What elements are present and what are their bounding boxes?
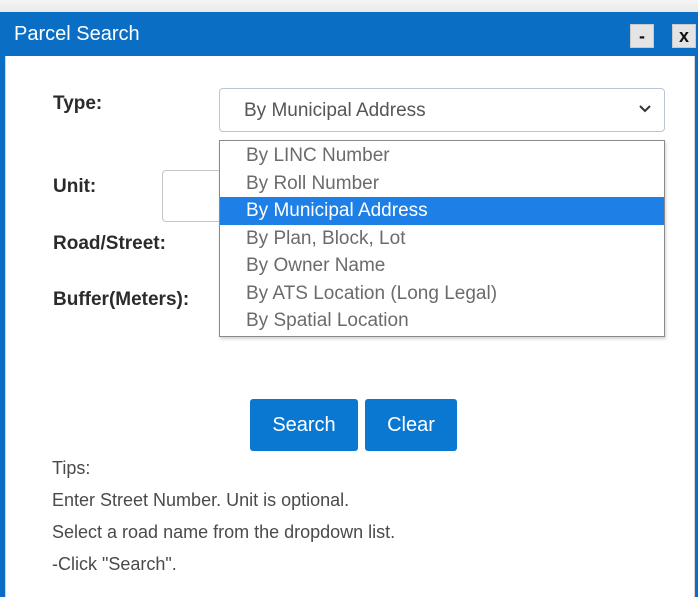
buffer-label: Buffer(Meters): bbox=[53, 289, 190, 310]
dropdown-option-roll[interactable]: By Roll Number bbox=[220, 170, 664, 198]
close-button[interactable]: x bbox=[672, 24, 696, 48]
unit-label: Unit: bbox=[53, 176, 97, 197]
type-label: Type: bbox=[53, 93, 103, 114]
tip-line-2: Select a road name from the dropdown lis… bbox=[52, 522, 396, 542]
search-button[interactable]: Search bbox=[250, 399, 358, 451]
tip-line-1: Enter Street Number. Unit is optional. bbox=[52, 490, 350, 510]
dropdown-option-linc[interactable]: By LINC Number bbox=[220, 142, 664, 170]
dialog-titlebar[interactable]: Parcel Search - x bbox=[0, 12, 698, 56]
type-select[interactable]: By Municipal Address bbox=[219, 88, 665, 132]
dropdown-option-owner-name[interactable]: By Owner Name bbox=[220, 252, 664, 280]
tip-line-3: -Click "Search". bbox=[52, 554, 177, 574]
dialog-title: Parcel Search bbox=[14, 23, 140, 45]
clear-button[interactable]: Clear bbox=[365, 399, 457, 451]
tips-heading: Tips: bbox=[52, 458, 91, 478]
dropdown-option-municipal-address[interactable]: By Municipal Address bbox=[220, 197, 664, 225]
type-select-value: By Municipal Address bbox=[244, 100, 426, 121]
dropdown-option-plan-block-lot[interactable]: By Plan, Block, Lot bbox=[220, 225, 664, 253]
minimize-button[interactable]: - bbox=[630, 24, 654, 48]
parcel-search-dialog: Parcel Search - x Type: By Municipal Add… bbox=[0, 12, 698, 597]
type-dropdown-list: By LINC Number By Roll Number By Municip… bbox=[219, 140, 665, 337]
dropdown-option-spatial-location[interactable]: By Spatial Location bbox=[220, 307, 664, 335]
dialog-body: Type: By Municipal Address Unit: Road/St… bbox=[5, 56, 695, 597]
dropdown-option-ats-location[interactable]: By ATS Location (Long Legal) bbox=[220, 280, 664, 308]
road-street-label: Road/Street: bbox=[53, 233, 166, 254]
chevron-down-icon bbox=[639, 105, 651, 113]
